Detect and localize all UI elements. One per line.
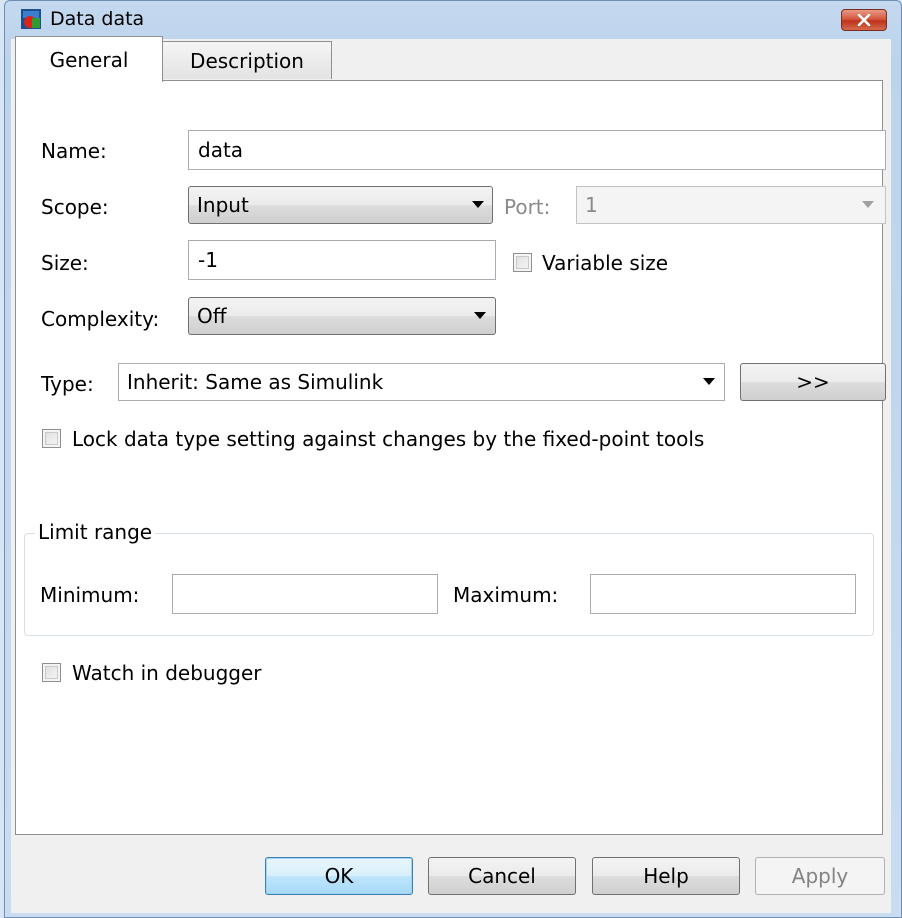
chevron-down-icon xyxy=(862,201,874,208)
minimum-input[interactable] xyxy=(172,574,438,614)
minimum-label: Minimum: xyxy=(40,583,140,607)
title-bar[interactable]: Data data xyxy=(5,1,901,37)
name-label: Name: xyxy=(41,139,107,163)
size-input[interactable]: -1 xyxy=(188,240,496,280)
dialog-window: Data data General Description Name: data… xyxy=(4,0,902,918)
complexity-value: Off xyxy=(197,304,227,328)
stateflow-app-icon xyxy=(21,9,41,29)
complexity-dropdown[interactable]: Off xyxy=(188,297,496,335)
scope-label: Scope: xyxy=(41,195,109,219)
cancel-button[interactable]: Cancel xyxy=(428,857,576,895)
watch-in-debugger-label: Watch in debugger xyxy=(72,661,262,685)
type-dropdown[interactable]: Inherit: Same as Simulink xyxy=(118,363,725,401)
general-panel: Name: data Scope: Input Port: 1 Size: -1… xyxy=(15,80,886,835)
window-title: Data data xyxy=(50,8,145,30)
scope-dropdown[interactable]: Input xyxy=(188,186,493,224)
port-label: Port: xyxy=(504,195,551,219)
data-type-assistant-button[interactable]: >> xyxy=(740,363,886,401)
scope-value: Input xyxy=(197,193,249,217)
dialog-client: General Description Name: data Scope: In… xyxy=(11,36,891,913)
tab-general[interactable]: General xyxy=(15,36,163,82)
variable-size-label: Variable size xyxy=(542,251,669,275)
lock-data-type-label: Lock data type setting against changes b… xyxy=(72,427,705,451)
chevron-down-icon xyxy=(472,201,484,208)
type-label: Type: xyxy=(41,372,94,396)
apply-button[interactable]: Apply xyxy=(755,857,885,895)
size-label: Size: xyxy=(41,251,89,275)
name-input[interactable]: data xyxy=(188,130,886,170)
tab-description[interactable]: Description xyxy=(162,41,332,79)
port-dropdown[interactable]: 1 xyxy=(576,186,886,224)
ok-button[interactable]: OK xyxy=(265,857,413,895)
lock-data-type-checkbox[interactable] xyxy=(42,429,61,448)
limit-range-group: Limit range Minimum: Maximum: xyxy=(24,520,874,636)
type-value: Inherit: Same as Simulink xyxy=(127,370,384,394)
chevron-down-icon xyxy=(474,312,486,319)
close-button[interactable] xyxy=(841,9,887,31)
variable-size-checkbox[interactable] xyxy=(513,253,532,272)
limit-range-title: Limit range xyxy=(35,520,156,544)
close-icon xyxy=(857,14,871,26)
watch-in-debugger-checkbox[interactable] xyxy=(42,663,61,682)
complexity-label: Complexity: xyxy=(41,307,160,331)
chevron-down-icon xyxy=(703,378,715,385)
maximum-label: Maximum: xyxy=(453,583,559,607)
help-button[interactable]: Help xyxy=(592,857,740,895)
port-value: 1 xyxy=(585,193,598,217)
maximum-input[interactable] xyxy=(590,574,856,614)
